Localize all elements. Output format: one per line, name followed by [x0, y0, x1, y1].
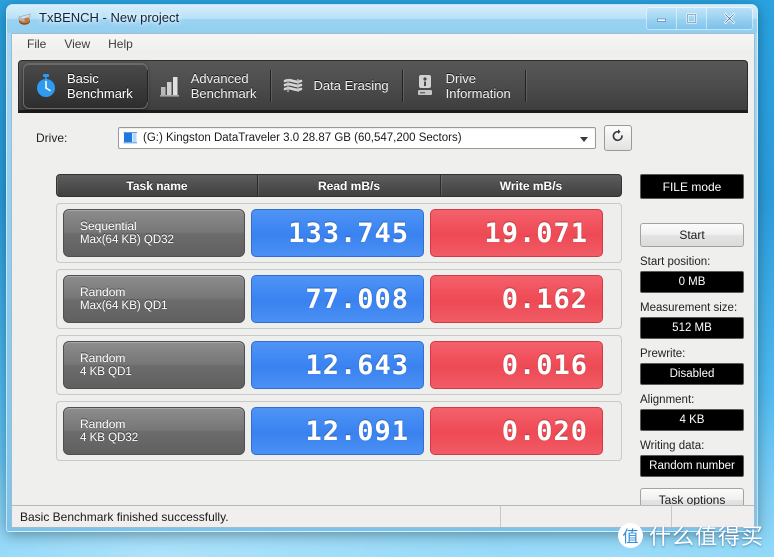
write-value-cell: 0.020 — [430, 407, 603, 455]
table-row[interactable]: Random 4 KB QD1 12.643 0.016 — [56, 335, 622, 395]
maximize-button[interactable] — [677, 8, 707, 29]
status-message: Basic Benchmark finished successfully. — [12, 506, 501, 527]
drive-combobox[interactable]: (G:) Kingston DataTraveler 3.0 28.87 GB … — [118, 127, 596, 149]
stopwatch-icon — [34, 73, 58, 99]
task-name-line2: 4 KB QD32 — [80, 432, 139, 444]
task-name-cell[interactable]: Random 4 KB QD1 — [63, 341, 245, 389]
txbench-window: TxBENCH - New project File View Help Bas… — [6, 4, 758, 532]
prewrite-label: Prewrite: — [640, 348, 686, 360]
client-area: Basic Benchmark Advanced Benchmark Data … — [11, 54, 755, 528]
tab-data-erasing-label: Data Erasing — [313, 78, 389, 93]
task-name-line1: Random — [80, 351, 126, 365]
tab-strip: Basic Benchmark Advanced Benchmark Data … — [18, 60, 748, 113]
chevron-down-icon[interactable] — [580, 137, 588, 142]
drive-combobox-value: (G:) Kingston DataTraveler 3.0 28.87 GB … — [143, 132, 462, 144]
tab-data-erasing[interactable]: Data Erasing — [269, 64, 403, 108]
app-icon — [16, 11, 33, 27]
table-row[interactable]: Random Max(64 KB) QD1 77.008 0.162 — [56, 269, 622, 329]
measurement-size-value[interactable]: 512 MB — [640, 317, 744, 339]
task-name-line1: Sequential — [80, 219, 137, 233]
task-name-cell[interactable]: Sequential Max(64 KB) QD32 — [63, 209, 245, 257]
menu-item-help[interactable]: Help — [99, 35, 142, 53]
bar-chart-icon — [158, 73, 182, 99]
start-position-value[interactable]: 0 MB — [640, 271, 744, 293]
tab-advanced-benchmark-label: Advanced Benchmark — [190, 70, 257, 101]
results-table: Task name Read mB/s Write mB/s Sequentia… — [56, 174, 622, 461]
table-row[interactable]: Sequential Max(64 KB) QD32 133.745 19.07… — [56, 203, 622, 263]
writing-data-value[interactable]: Random number — [640, 455, 744, 477]
column-header-read: Read mB/s — [258, 175, 441, 196]
start-button[interactable]: Start — [640, 223, 744, 247]
title-bar[interactable]: TxBENCH - New project — [7, 5, 757, 33]
alignment-label: Alignment: — [640, 394, 695, 406]
tab-divider — [524, 69, 526, 102]
read-value-cell: 133.745 — [251, 209, 424, 257]
window-controls — [646, 7, 753, 30]
task-name-cell[interactable]: Random 4 KB QD32 — [63, 407, 245, 455]
task-name-line2: Max(64 KB) QD1 — [80, 300, 168, 312]
task-name-cell[interactable]: Random Max(64 KB) QD1 — [63, 275, 245, 323]
task-name-line1: Random — [80, 285, 126, 299]
read-value-cell: 77.008 — [251, 275, 424, 323]
tab-drive-information[interactable]: Drive Information — [401, 64, 525, 108]
window-title: TxBENCH - New project — [39, 10, 180, 25]
refresh-drives-button[interactable] — [604, 125, 632, 151]
refresh-icon — [610, 128, 626, 149]
task-name-line1: Random — [80, 417, 126, 431]
drive-label: Drive: — [36, 131, 68, 145]
prewrite-value[interactable]: Disabled — [640, 363, 744, 385]
tab-drive-information-label: Drive Information — [445, 70, 511, 101]
eraser-icon — [281, 73, 305, 99]
menu-item-view[interactable]: View — [55, 35, 99, 53]
tab-advanced-benchmark[interactable]: Advanced Benchmark — [146, 64, 271, 108]
writing-data-label: Writing data: — [640, 440, 705, 452]
drive-selection-row: Drive: (G:) Kingston DataTraveler 3.0 28… — [36, 125, 754, 151]
tab-basic-benchmark[interactable]: Basic Benchmark — [23, 62, 148, 109]
alignment-value[interactable]: 4 KB — [640, 409, 744, 431]
status-bar: Basic Benchmark finished successfully. — [12, 505, 754, 527]
menu-bar: File View Help — [11, 33, 755, 54]
read-value-cell: 12.643 — [251, 341, 424, 389]
results-header-row: Task name Read mB/s Write mB/s — [56, 174, 622, 197]
tab-basic-benchmark-label: Basic Benchmark — [67, 70, 133, 101]
status-panel-2 — [501, 506, 672, 527]
write-value-cell: 0.162 — [430, 275, 603, 323]
table-row[interactable]: Random 4 KB QD32 12.091 0.020 — [56, 401, 622, 461]
column-header-task-name: Task name — [57, 175, 258, 196]
file-mode-display: FILE mode — [640, 174, 744, 199]
measurement-size-label: Measurement size: — [640, 302, 738, 314]
read-value-cell: 12.091 — [251, 407, 424, 455]
task-name-line2: Max(64 KB) QD32 — [80, 234, 174, 246]
write-value-cell: 19.071 — [430, 209, 603, 257]
status-panel-3 — [672, 506, 754, 527]
drive-info-icon — [413, 73, 437, 99]
task-name-line2: 4 KB QD1 — [80, 366, 132, 378]
drive-icon — [123, 131, 138, 145]
options-panel: FILE mode Start Start position: 0 MB Mea… — [640, 174, 744, 527]
write-value-cell: 0.016 — [430, 341, 603, 389]
column-header-write: Write mB/s — [441, 175, 621, 196]
minimize-button[interactable] — [647, 8, 677, 29]
close-button[interactable] — [707, 8, 752, 29]
menu-item-file[interactable]: File — [18, 35, 55, 53]
start-position-label: Start position: — [640, 256, 711, 268]
